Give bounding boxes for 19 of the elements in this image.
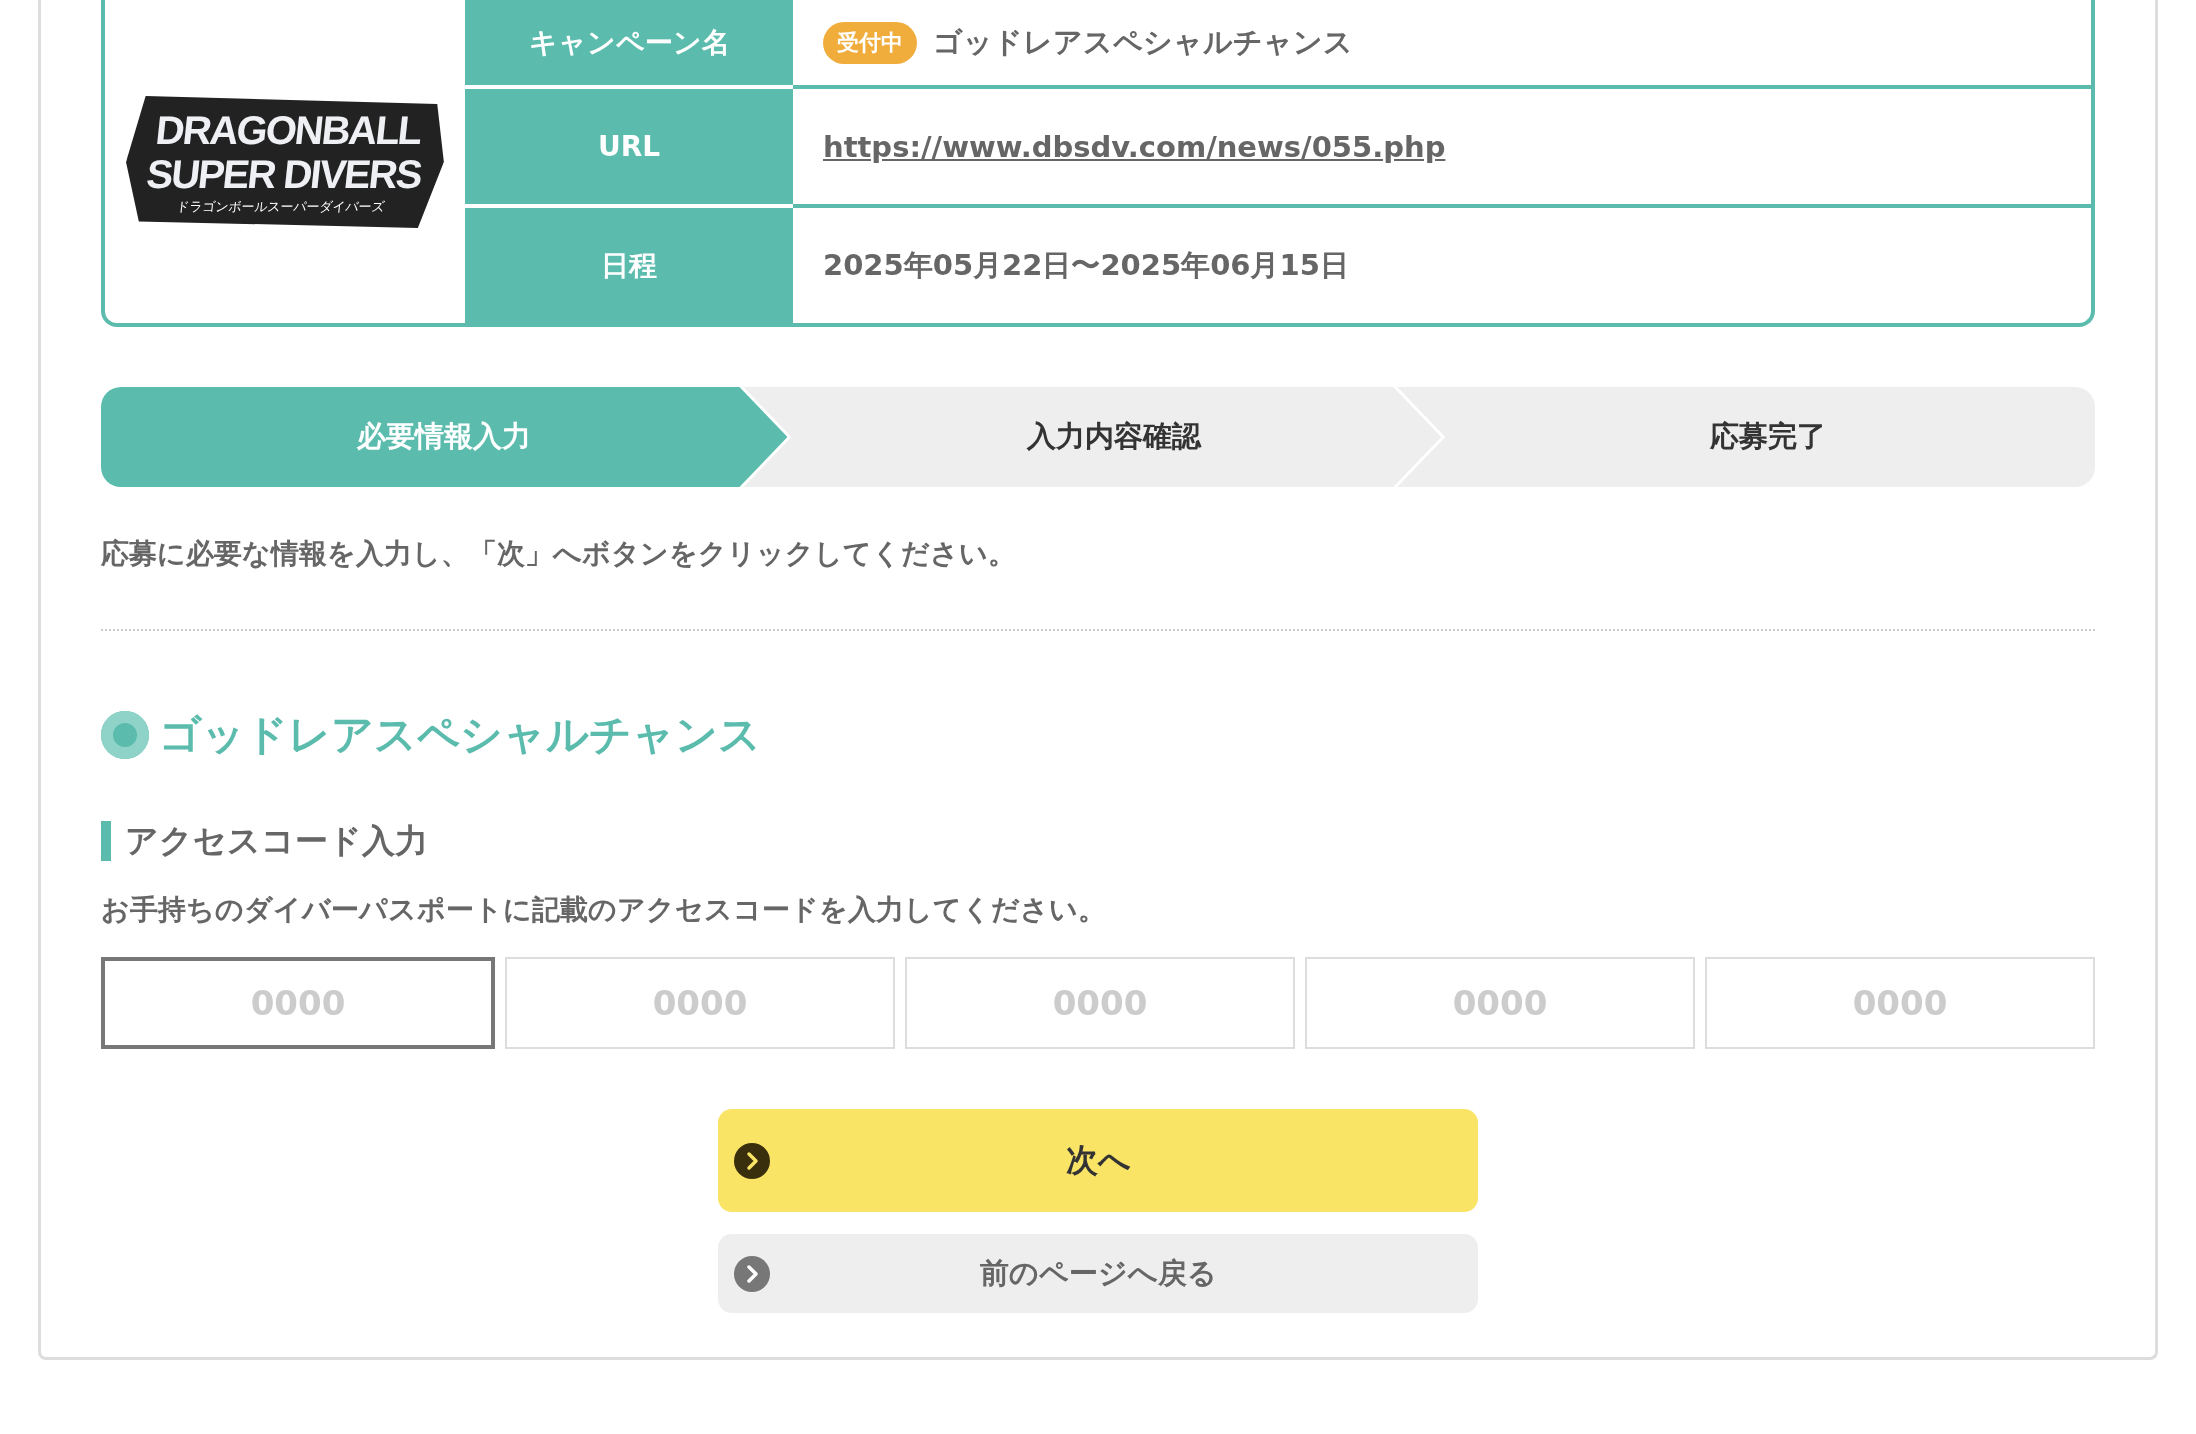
- instruction-text: 応募に必要な情報を入力し、「次」へボタンをクリックしてください。: [101, 536, 1017, 572]
- row-label: キャンペーン名: [465, 0, 793, 86]
- row-label: 日程: [465, 204, 793, 323]
- chevron-icon: [734, 1142, 770, 1179]
- row-label: URL: [465, 85, 793, 205]
- schedule-text: 2025年05月22日〜2025年06月15日: [823, 246, 1349, 284]
- section-title: ゴッドレアスペシャルチャンス: [159, 709, 761, 761]
- campaign-url-link[interactable]: https://www.dbsdv.com/news/055.php: [823, 129, 1446, 164]
- back-button[interactable]: 前のページへ戻る: [718, 1234, 1478, 1313]
- description-text: お手持ちのダイバーパスポートに記載のアクセスコードを入力してください。: [101, 892, 1107, 928]
- subsection-heading: アクセスコード入力: [101, 821, 2095, 861]
- progress-step: 入力内容確認: [743, 387, 1442, 487]
- next-button[interactable]: 次へ: [718, 1109, 1478, 1212]
- chevron-icon: [734, 1255, 770, 1292]
- progress-step: 必要情報入力: [101, 387, 788, 487]
- progress-step: 応募完了: [1397, 387, 2095, 487]
- campaign-name: ゴッドレアスペシャルチャンス: [933, 23, 1353, 61]
- bullet-icon: [101, 711, 149, 759]
- status-badge: 受付中: [823, 21, 917, 64]
